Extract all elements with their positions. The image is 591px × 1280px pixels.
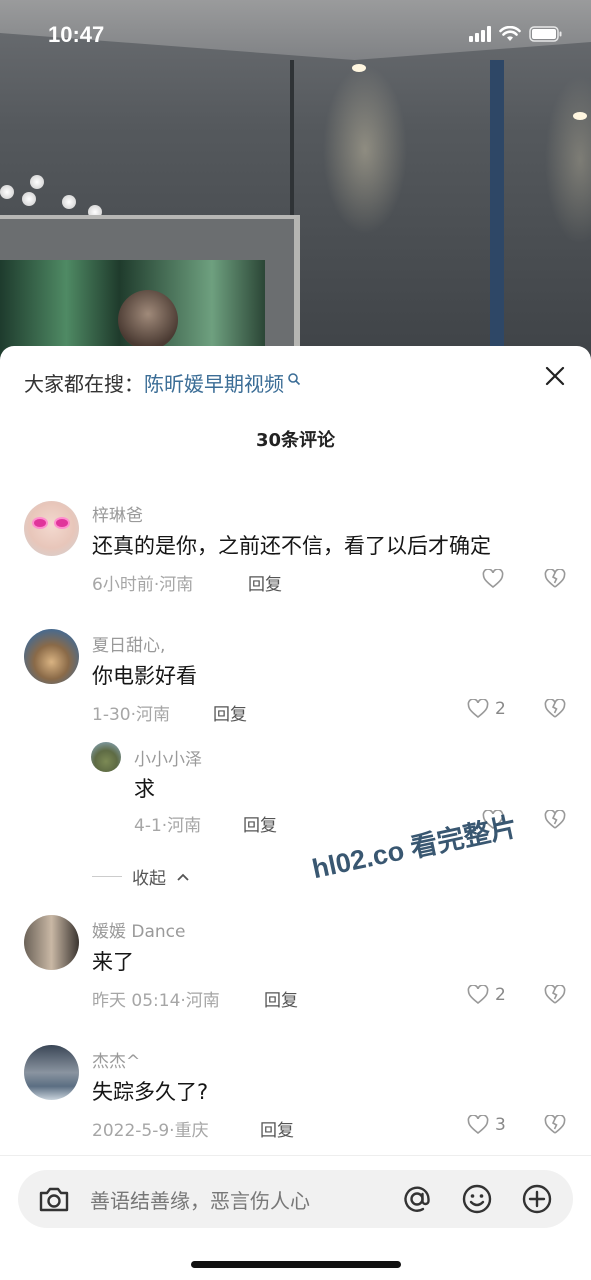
reply-button[interactable]: 回复 [248,570,282,595]
reply-button[interactable]: 回复 [243,811,277,836]
plus-icon[interactable] [519,1181,555,1217]
broken-heart-icon[interactable] [544,1115,566,1135]
collapse-label: 收起 [132,869,166,889]
avatar[interactable] [91,742,121,772]
comment-count: 30条评论 [255,430,336,451]
like-button[interactable]: 3 [467,1115,506,1135]
comment-meta: 昨天 05:14·河南 [92,991,220,1011]
reply-button[interactable]: 回复 [260,1116,294,1141]
comment-text: 求 [134,777,155,801]
battery-icon [529,26,562,42]
avatar[interactable] [24,1045,79,1100]
signal-icon [469,26,491,42]
heart-icon [467,699,489,719]
heart-icon [482,569,504,589]
comment-author[interactable]: 杰杰^ [92,1047,140,1072]
broken-heart-icon[interactable] [544,810,566,830]
like-count: 2 [495,699,506,719]
close-icon[interactable] [543,364,567,388]
comment-text: 失踪多久了? [92,1080,209,1104]
comment-meta: 4-1·河南 [134,816,202,836]
heart-icon [467,985,489,1005]
broken-heart-icon[interactable] [544,699,566,719]
emoji-icon[interactable] [459,1181,495,1217]
comment-text: 还真的是你，之前还不信，看了以后才确定 [92,534,491,558]
like-count: 3 [495,1115,506,1135]
like-button[interactable] [482,569,510,589]
camera-icon[interactable] [36,1181,72,1217]
divider [92,876,122,877]
avatar[interactable] [24,915,79,970]
like-count: 2 [495,985,506,1005]
comment-text: 来了 [92,950,134,974]
tv-figure [118,290,178,350]
comment-input[interactable]: 善语结善缘，恶言伤人心 [18,1170,573,1228]
at-icon[interactable] [399,1181,435,1217]
avatar[interactable] [24,629,79,684]
comment-meta: 6小时前·河南 [92,575,194,595]
reply-button[interactable]: 回复 [264,986,298,1011]
search-suggestion[interactable]: 大家都在搜： 陈昕媛早期视频 [24,368,301,397]
like-button[interactable]: 2 [467,699,506,719]
comment-input-bar: 善语结善缘，恶言伤人心 [0,1155,591,1280]
search-prefix: 大家都在搜： [24,372,144,396]
like-button[interactable]: 2 [467,985,506,1005]
comment-meta: 2022-5-9·重庆 [92,1121,209,1141]
heart-icon [467,1115,489,1135]
wall-panel [490,60,504,360]
broken-heart-icon[interactable] [544,569,566,589]
comment-author[interactable]: 夏日甜心, [92,631,165,656]
comment-author[interactable]: 小小小泽 [134,745,202,770]
search-term[interactable]: 陈昕媛早期视频 [144,368,284,397]
home-indicator [191,1261,401,1268]
ceiling-light [573,112,587,120]
avatar[interactable] [24,501,79,556]
chandelier [0,170,110,220]
status-icons [469,26,563,42]
status-time: 10:47 [48,22,105,47]
collapse-replies-button[interactable]: 收起 [92,864,190,889]
input-placeholder: 善语结善缘，恶言伤人心 [90,1189,310,1213]
chevron-up-icon [177,873,189,881]
broken-heart-icon[interactable] [544,985,566,1005]
search-icon [288,372,301,385]
reply-button[interactable]: 回复 [213,700,247,725]
comment-author[interactable]: 媛媛 Dance [92,917,186,942]
status-bar: 10:47 [0,0,591,70]
comment-text: 你电影好看 [92,664,197,688]
comment-meta: 1-30·河南 [92,705,170,725]
comment-author[interactable]: 梓琳爸 [92,501,143,526]
wifi-icon [499,26,521,41]
